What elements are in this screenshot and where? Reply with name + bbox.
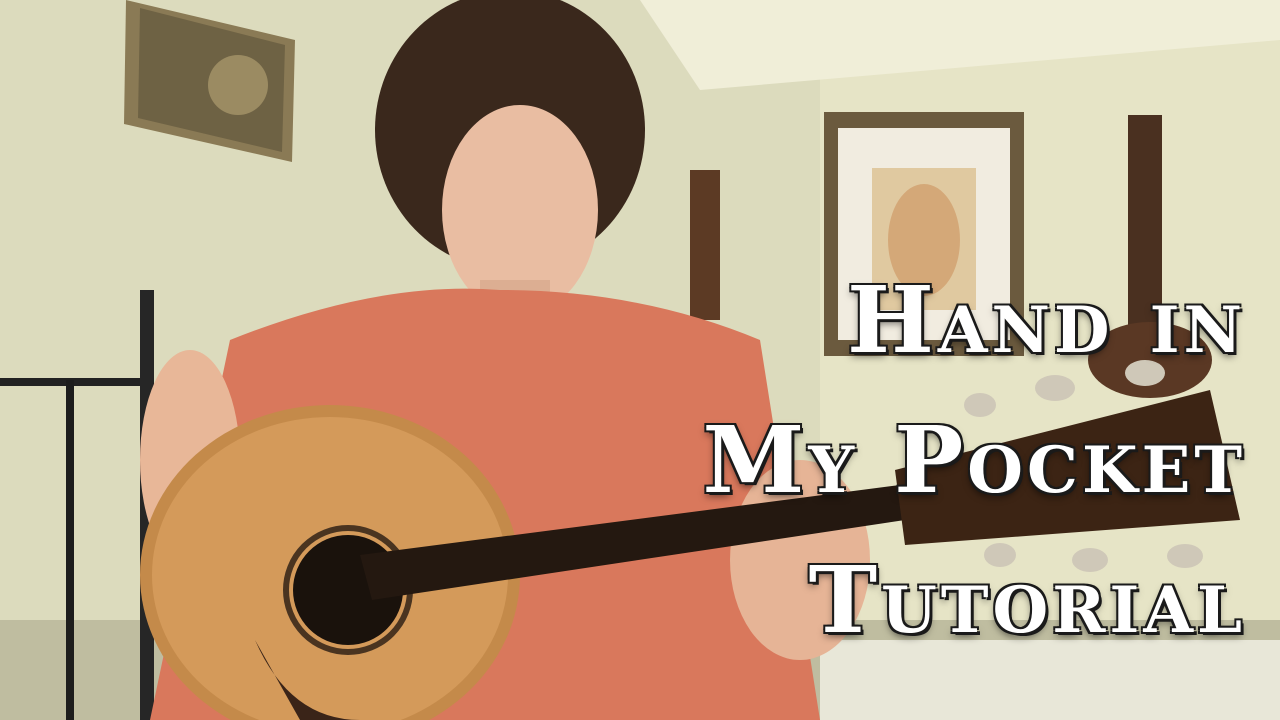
video-title: Hand in My Pocket Tutorial	[486, 250, 1246, 670]
title-line-3: Tutorial	[808, 546, 1246, 654]
title-line-2: My Pocket	[702, 406, 1246, 514]
video-thumbnail: Hand in My Pocket Tutorial	[0, 0, 1280, 720]
title-line-1: Hand in	[846, 266, 1246, 374]
